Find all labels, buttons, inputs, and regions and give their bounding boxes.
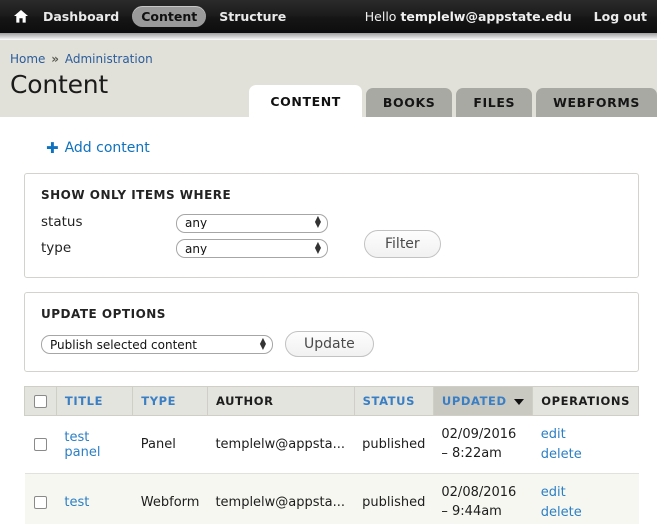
- toolbar-right: Hello templelw@appstate.edu Log out: [365, 9, 647, 24]
- column-header-status[interactable]: STATUS: [354, 386, 434, 416]
- filter-button[interactable]: Filter: [364, 230, 441, 258]
- filter-label-status: status: [41, 214, 83, 231]
- plus-icon: ✚: [46, 139, 59, 157]
- row-type-cell: Webform: [132, 473, 208, 524]
- filter-legend: SHOW ONLY ITEMS WHERE: [41, 188, 232, 202]
- tab-books[interactable]: BOOKS: [365, 87, 453, 117]
- row-updated-date: 02/09/2016: [441, 426, 517, 442]
- greeting: Hello templelw@appstate.edu: [365, 9, 572, 24]
- toolbar-link-content[interactable]: Content: [132, 6, 207, 27]
- filter-row-type: type any ▲ ▼: [41, 238, 328, 258]
- primary-tabs: CONTENT BOOKS FILES WEBFORMS: [249, 84, 657, 117]
- sort-updated-link[interactable]: UPDATED: [442, 394, 507, 408]
- sort-desc-arrow-icon: [513, 398, 524, 405]
- row-updated-time: – 9:44am: [441, 503, 502, 519]
- row-updated-cell: 02/09/2016 – 8:22am: [433, 415, 533, 474]
- update-action-select-wrap: Publish selected content ▲ ▼: [41, 334, 273, 355]
- row-status-cell: published: [354, 415, 434, 474]
- row-delete-link[interactable]: delete: [541, 445, 631, 465]
- row-updated-time: – 8:22am: [441, 445, 502, 461]
- page-header: Home » Administration Content CONTENT BO…: [0, 40, 657, 117]
- sort-type-link[interactable]: TYPE: [141, 394, 176, 408]
- column-header-title[interactable]: TITLE: [56, 386, 134, 416]
- column-header-select-all: [24, 386, 57, 416]
- greeting-prefix: Hello: [364, 9, 401, 24]
- row-edit-link[interactable]: edit: [541, 483, 631, 503]
- row-author-cell: templelw@appsta...: [207, 473, 355, 524]
- breadcrumb-home[interactable]: Home: [10, 52, 45, 66]
- table-row: test Webform templelw@appsta... publishe…: [24, 473, 639, 524]
- main-content: ✚ Add content SHOW ONLY ITEMS WHERE stat…: [0, 117, 657, 524]
- sort-title-link[interactable]: TITLE: [65, 394, 103, 408]
- row-title-cell: test: [56, 473, 133, 524]
- tab-files[interactable]: FILES: [456, 87, 533, 117]
- breadcrumb: Home » Administration: [0, 52, 657, 66]
- tab-webforms[interactable]: WEBFORMS: [536, 87, 657, 117]
- filter-row-status: status any ▲ ▼: [41, 212, 328, 233]
- filter-label-type: type: [41, 239, 72, 256]
- update-button[interactable]: Update: [285, 331, 374, 357]
- user-email: templelw@appstate.edu: [400, 9, 572, 24]
- tab-content[interactable]: CONTENT: [249, 84, 362, 117]
- row-status-cell: published: [354, 473, 434, 524]
- row-select-cell: [24, 473, 57, 524]
- toolbar-shadow: [0, 33, 657, 40]
- row-updated-cell: 02/08/2016 – 9:44am: [433, 473, 533, 524]
- column-header-updated[interactable]: UPDATED: [433, 386, 534, 416]
- column-header-operations: OPERATIONS: [532, 386, 639, 416]
- table-row: test panel Panel templelw@appsta... publ…: [24, 415, 639, 474]
- type-select[interactable]: any: [176, 239, 328, 258]
- filter-fieldset: SHOW ONLY ITEMS WHERE status any ▲ ▼ type: [24, 173, 639, 278]
- admin-toolbar: Dashboard Content Structure Hello temple…: [0, 0, 657, 33]
- breadcrumb-separator: »: [51, 52, 60, 66]
- status-select[interactable]: any: [176, 213, 328, 233]
- row-title-link[interactable]: test: [64, 495, 89, 510]
- row-delete-link[interactable]: delete: [541, 503, 631, 523]
- toolbar-link-structure[interactable]: Structure: [210, 6, 295, 27]
- row-title-cell: test panel: [56, 415, 133, 474]
- row-updated-date: 02/08/2016: [441, 484, 517, 500]
- logout-link[interactable]: Log out: [594, 9, 647, 24]
- content-table: TITLE TYPE AUTHOR STATUS UPDATED OPERATI…: [24, 386, 639, 524]
- add-content-link[interactable]: ✚ Add content: [46, 139, 150, 157]
- status-select-wrap: any ▲ ▼: [176, 212, 328, 233]
- filter-controls: status any ▲ ▼ type any ▲ ▼: [41, 212, 328, 263]
- column-header-type[interactable]: TYPE: [132, 386, 208, 416]
- sort-status-link[interactable]: STATUS: [363, 394, 415, 408]
- column-header-author: AUTHOR: [207, 386, 355, 416]
- row-type-cell: Panel: [132, 415, 208, 474]
- breadcrumb-administration[interactable]: Administration: [65, 52, 153, 66]
- toolbar-link-dashboard[interactable]: Dashboard: [34, 6, 128, 27]
- add-content-label: Add content: [64, 140, 150, 156]
- home-icon[interactable]: [8, 10, 34, 23]
- update-options-fieldset: UPDATE OPTIONS Publish selected content …: [24, 292, 639, 372]
- row-edit-link[interactable]: edit: [541, 425, 631, 445]
- update-options-legend: UPDATE OPTIONS: [41, 307, 166, 321]
- row-author-cell: templelw@appsta...: [207, 415, 355, 474]
- type-select-wrap: any ▲ ▼: [176, 238, 328, 258]
- row-operations-cell: edit delete: [532, 473, 639, 524]
- row-checkbox[interactable]: [33, 496, 47, 509]
- select-all-checkbox[interactable]: [33, 394, 47, 408]
- row-title-link[interactable]: test panel: [64, 430, 100, 460]
- row-operations-cell: edit delete: [532, 415, 639, 474]
- table-header-row: TITLE TYPE AUTHOR STATUS UPDATED OPERATI…: [24, 386, 639, 416]
- row-checkbox[interactable]: [33, 438, 47, 451]
- row-select-cell: [24, 415, 57, 474]
- update-action-select[interactable]: Publish selected content: [41, 335, 273, 355]
